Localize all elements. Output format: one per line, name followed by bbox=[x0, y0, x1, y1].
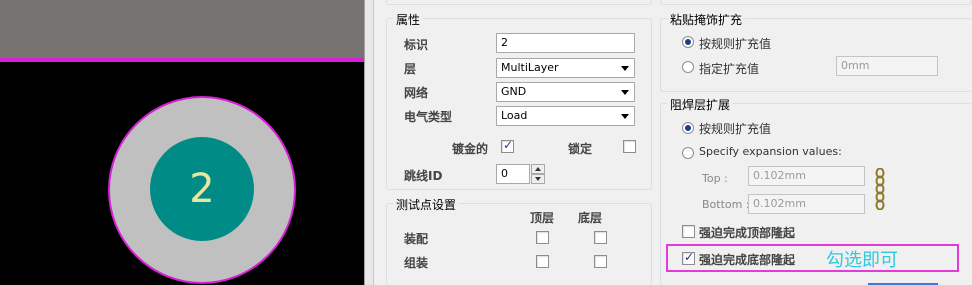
testpoint-fab-label: 组装 bbox=[404, 256, 429, 270]
chevron-down-icon bbox=[621, 66, 629, 71]
splitter[interactable] bbox=[364, 0, 374, 285]
spin-up-icon[interactable] bbox=[531, 164, 545, 174]
designator-input[interactable]: 2 bbox=[496, 33, 635, 53]
solder-mask-group-title: 阻焊层扩展 bbox=[667, 96, 734, 113]
paste-rule-radio[interactable] bbox=[682, 36, 694, 48]
paste-mask-group-title: 粘贴掩饰扩充 bbox=[667, 11, 746, 28]
testpoint-fab-bottom-checkbox[interactable] bbox=[594, 255, 607, 268]
jumper-id-label: 跳线ID bbox=[404, 169, 443, 183]
solder-top-input[interactable]: 0.102mm bbox=[748, 166, 865, 186]
testpoint-assembly-top-checkbox[interactable] bbox=[536, 231, 549, 244]
layer-select-value: MultiLayer bbox=[501, 61, 559, 74]
layer-select[interactable]: MultiLayer bbox=[496, 58, 635, 78]
jumper-id-input[interactable]: 0 bbox=[496, 164, 530, 184]
chevron-down-icon bbox=[621, 90, 629, 95]
board-outline-line bbox=[0, 58, 364, 62]
pad-designator-text: 2 bbox=[189, 166, 215, 212]
designator-label: 标识 bbox=[404, 38, 429, 52]
force-top-tented-label: 强迫完成顶部隆起 bbox=[699, 226, 796, 240]
link-chain-icon[interactable] bbox=[874, 168, 886, 210]
solder-bottom-input[interactable]: 0.102mm bbox=[748, 194, 865, 214]
net-label: 网络 bbox=[404, 86, 429, 100]
jumper-id-spinner[interactable] bbox=[531, 164, 545, 184]
plated-label: 镀金的 bbox=[452, 142, 489, 156]
testpoint-fab-top-checkbox[interactable] bbox=[536, 255, 549, 268]
solder-specify-radio[interactable] bbox=[682, 147, 694, 159]
solder-top-label: Top : bbox=[702, 172, 728, 185]
solder-specify-label: Specify expansion values: bbox=[699, 145, 842, 158]
properties-group-title: 属性 bbox=[393, 11, 424, 28]
net-select-value: GND bbox=[501, 85, 527, 98]
layer-label: 层 bbox=[404, 62, 417, 76]
force-top-tented-checkbox[interactable] bbox=[682, 225, 695, 238]
annotation-text: 勾选即可 bbox=[826, 250, 898, 271]
testpoint-group-title: 测试点设置 bbox=[393, 196, 460, 213]
testpoint-bottom-header: 底层 bbox=[578, 211, 603, 225]
testpoint-top-header: 顶层 bbox=[530, 211, 555, 225]
electrical-type-select[interactable]: Load bbox=[496, 106, 635, 126]
force-bottom-tented-checkbox[interactable] bbox=[682, 250, 695, 265]
chevron-down-icon bbox=[621, 114, 629, 119]
paste-specify-input[interactable]: 0mm bbox=[836, 56, 938, 76]
locked-checkbox[interactable] bbox=[623, 140, 636, 153]
canvas-grey-area bbox=[0, 0, 364, 58]
electrical-type-label: 电气类型 bbox=[404, 110, 453, 124]
upper-group-edge bbox=[386, 0, 652, 5]
net-select[interactable]: GND bbox=[496, 82, 635, 102]
solder-bottom-label: Bottom : bbox=[702, 198, 750, 211]
force-bottom-tented-label: 强迫完成底部隆起 bbox=[699, 253, 796, 267]
solder-rule-radio[interactable] bbox=[682, 122, 694, 134]
testpoint-assembly-bottom-checkbox[interactable] bbox=[594, 231, 607, 244]
paste-specify-radio[interactable] bbox=[682, 61, 694, 73]
pcb-canvas[interactable]: 2 bbox=[0, 0, 364, 285]
paste-rule-label: 按规则扩充值 bbox=[699, 37, 772, 51]
testpoint-assembly-label: 装配 bbox=[404, 232, 429, 246]
solder-rule-label: 按规则扩充值 bbox=[699, 122, 772, 136]
pad-hole[interactable]: 2 bbox=[150, 137, 254, 241]
paste-specify-label: 指定扩充值 bbox=[699, 62, 760, 76]
paste-mask-group bbox=[660, 18, 972, 92]
spin-down-icon[interactable] bbox=[531, 174, 545, 184]
locked-label: 锁定 bbox=[568, 142, 593, 156]
plated-checkbox[interactable] bbox=[501, 138, 514, 153]
upper-group-edge-right bbox=[660, 0, 972, 5]
electrical-type-select-value: Load bbox=[501, 109, 528, 122]
